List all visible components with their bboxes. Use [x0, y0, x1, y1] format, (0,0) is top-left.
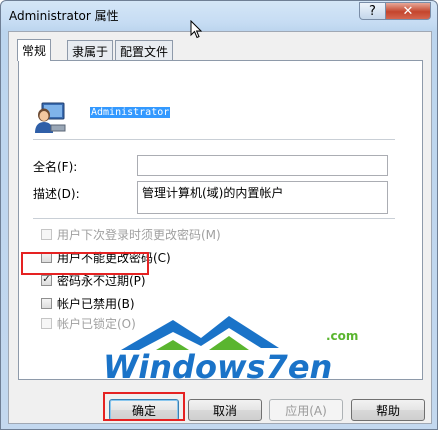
- tab-member-of[interactable]: 隶属于: [67, 40, 114, 60]
- highlight-box: [21, 252, 149, 275]
- checkbox-account-disabled[interactable]: 帐户已禁用(B): [41, 295, 135, 311]
- cancel-button[interactable]: 取消: [188, 399, 262, 421]
- user-name: Administrator: [90, 107, 171, 118]
- description-field[interactable]: 管理计算机(域)的内置帐户: [137, 181, 388, 214]
- checkbox-label: 帐户已禁用(B): [57, 296, 135, 311]
- checkbox-box: [41, 317, 52, 329]
- properties-dialog: Administrator 属性 ? ✕ 常规 隶属于 配置文件 Adminis…: [0, 0, 438, 430]
- apply-button[interactable]: 应用(A): [269, 399, 343, 421]
- mouse-cursor-icon: [190, 20, 202, 39]
- highlight-box: [103, 392, 185, 421]
- close-button[interactable]: ✕: [385, 2, 431, 20]
- checkbox-box: [41, 228, 52, 240]
- button-label: 应用(A): [285, 403, 327, 418]
- windows7en-logo: Windows7en .com: [103, 316, 358, 382]
- checkbox-box: [41, 297, 52, 309]
- button-label: 帮助: [375, 403, 400, 418]
- fullname-field[interactable]: [137, 155, 388, 176]
- help-title-button[interactable]: ?: [359, 2, 386, 20]
- checkbox-box: ✓: [41, 274, 52, 286]
- checkbox-label: 用户下次登录时须更改密码(M): [57, 227, 221, 242]
- user-icon: [35, 102, 66, 133]
- tab-label: 常规: [22, 44, 47, 58]
- window-title: Administrator 属性: [9, 9, 119, 23]
- description-label: 描述(D):: [33, 187, 80, 201]
- separator: [33, 139, 395, 140]
- logo-text: Windows7en: [103, 348, 332, 382]
- question-mark-icon: ?: [369, 3, 376, 19]
- checkbox-must-change-password[interactable]: 用户下次登录时须更改密码(M): [41, 226, 221, 242]
- tab-profile[interactable]: 配置文件: [115, 40, 174, 60]
- title-bar[interactable]: Administrator 属性 ? ✕: [1, 1, 437, 29]
- tab-general[interactable]: 常规: [17, 39, 52, 61]
- close-icon: ✕: [402, 3, 414, 19]
- tab-label: 隶属于: [72, 45, 109, 59]
- dialog-body: 常规 隶属于 配置文件 Administrator 全名(F): 描述(D): …: [8, 31, 432, 424]
- separator: [33, 218, 395, 219]
- button-label: 取消: [212, 403, 237, 418]
- tab-label: 配置文件: [120, 45, 169, 59]
- logo-suffix: .com: [326, 329, 358, 343]
- fullname-label: 全名(F):: [33, 160, 78, 174]
- help-button[interactable]: 帮助: [351, 399, 425, 421]
- checkmark-icon: ✓: [42, 274, 51, 285]
